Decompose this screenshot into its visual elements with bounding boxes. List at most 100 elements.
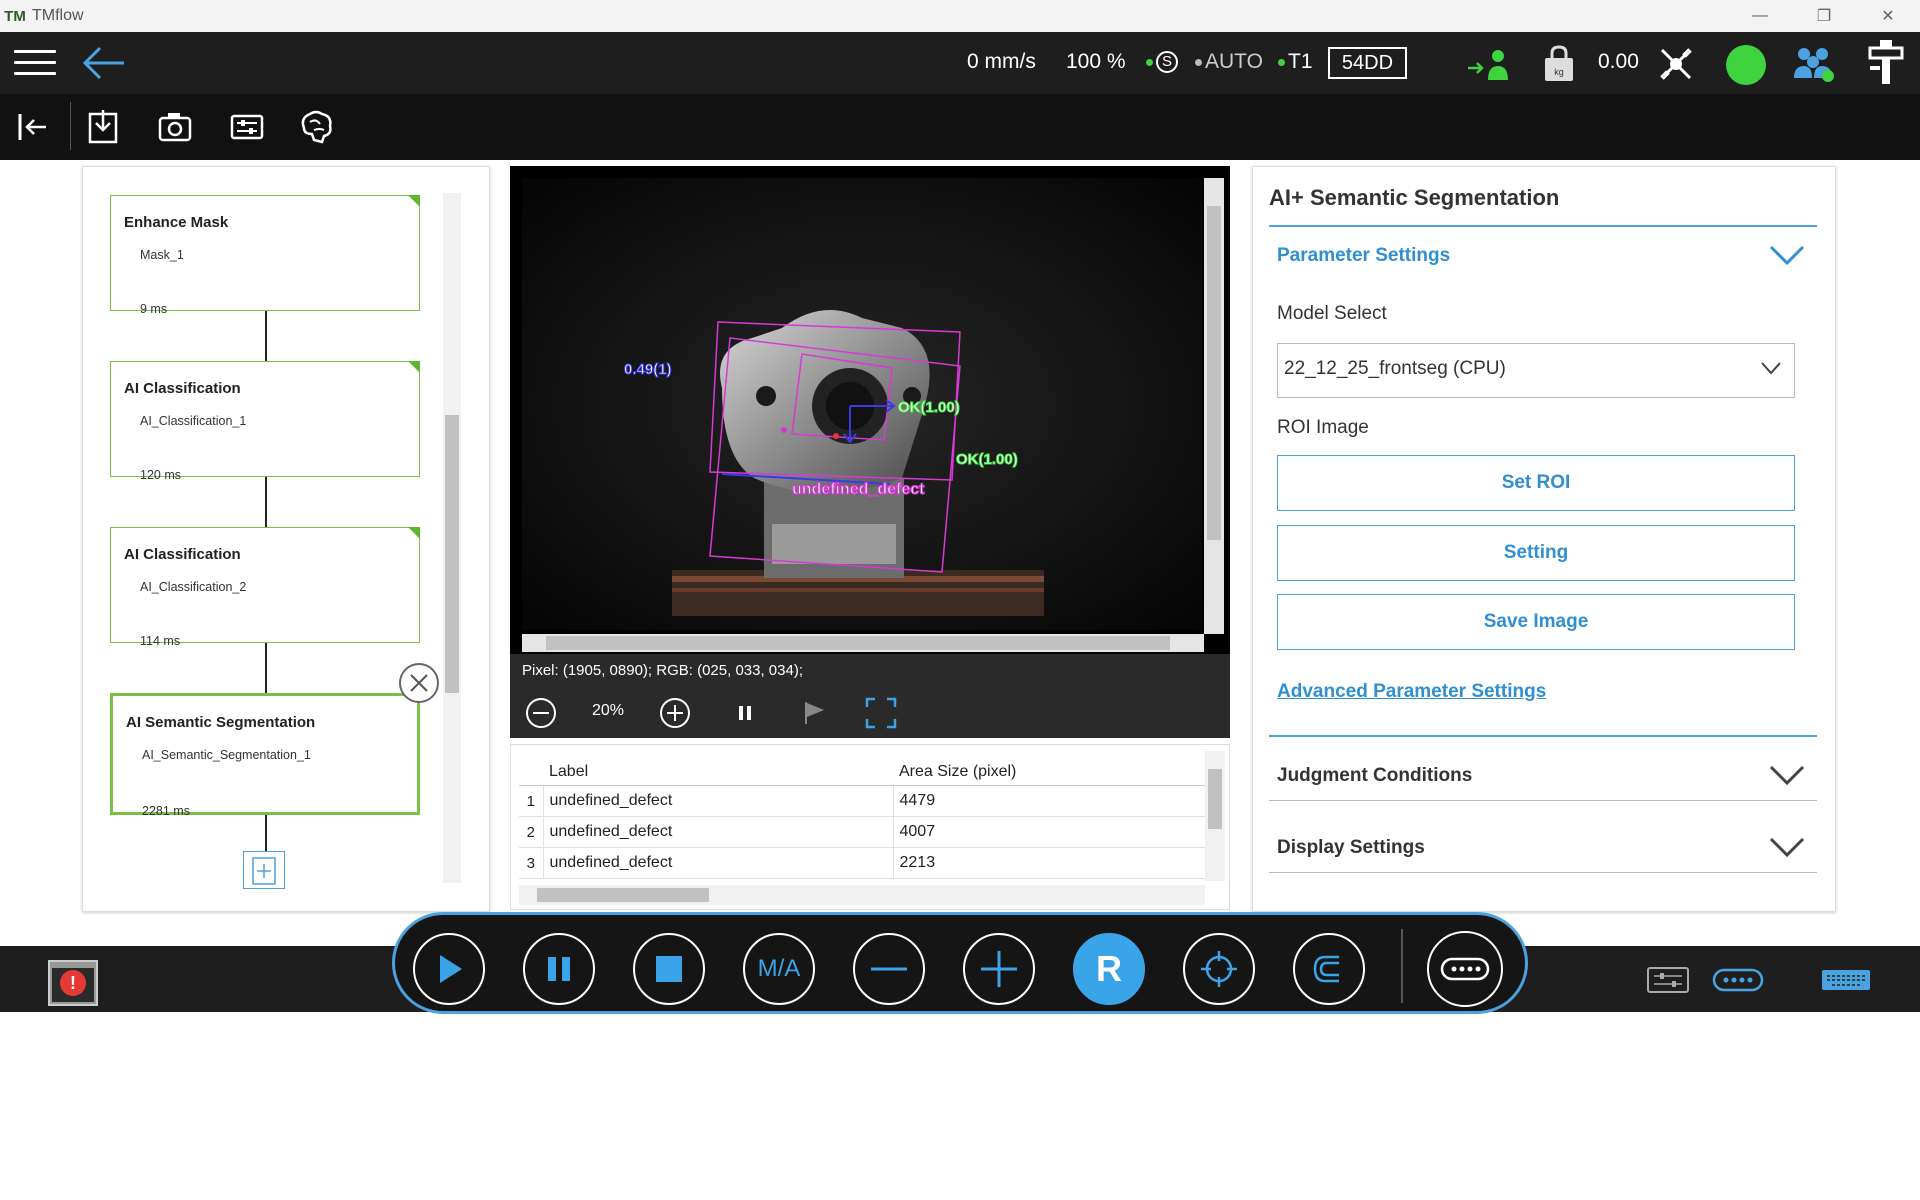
camera-icon[interactable] [156,108,194,146]
table-row[interactable]: 2 undefined_defect 4007 [519,816,1209,848]
play-icon [440,955,462,983]
inspection-image[interactable]: 0.49(1) OK(1.00) OK(1.00) undefined_defe… [522,178,1202,630]
status-green-light [1726,45,1766,85]
table-vertical-scrollbar[interactable] [1205,751,1225,881]
save-image-button[interactable]: Save Image [1277,594,1795,650]
image-viewer: 0.49(1) OK(1.00) OK(1.00) undefined_defe… [510,166,1230,654]
speed-increase-button[interactable] [963,933,1035,1005]
crosshair-icon [1201,951,1237,987]
viewer-horizontal-scrollbar[interactable] [522,634,1204,652]
viewer-vscroll-thumb[interactable] [1207,206,1221,540]
import-file-icon[interactable] [84,108,122,146]
speed-percent[interactable]: 100 % [1066,50,1126,74]
table-horizontal-scrollbar[interactable] [519,885,1205,905]
pause-stream-icon[interactable] [728,696,762,730]
viewer-vertical-scrollbar[interactable] [1204,178,1224,634]
alert-icon: ! [60,970,86,996]
viewer-hscroll-thumb[interactable] [546,636,1170,650]
window-controls: — ❐ ✕ [1728,0,1920,32]
controller-menu-button[interactable] [1427,931,1503,1007]
pause-icon [548,957,570,981]
flow-node-enhance-mask[interactable]: Enhance Mask Mask_1 9 ms [110,195,420,316]
minimize-icon[interactable]: — [1728,0,1792,32]
robot-connection-icon[interactable] [1656,44,1696,84]
flow-node-ai-classification-1[interactable]: AI Classification AI_Classification_1 12… [110,361,420,482]
fit-screen-icon[interactable] [864,696,898,730]
title-divider [1269,225,1817,227]
pause-button[interactable] [523,933,595,1005]
gripper-button[interactable] [1293,933,1365,1005]
row-area: 2213 [892,847,1209,879]
viewer-controls: 20% [510,686,1230,738]
zoom-in-icon[interactable] [658,696,692,730]
keyboard-icon[interactable] [1820,966,1872,994]
robot-control-bar: M/A R [392,912,1528,1014]
back-arrow-icon[interactable] [80,42,128,84]
gripper-icon [1313,955,1339,983]
robot-code-badge: 54DD [1328,47,1407,79]
end-effector-icon[interactable] [1866,38,1906,88]
image-settings-icon[interactable] [228,108,266,146]
node-time: 2281 ms [142,804,190,818]
model-select-dropdown[interactable]: 22_12_25_frontseg (CPU) [1277,343,1795,398]
zoom-level: 20% [592,702,625,719]
controller-icon[interactable] [1712,966,1764,994]
table-row[interactable]: 1 undefined_defect 4479 [519,785,1209,817]
point-button[interactable] [1183,933,1255,1005]
payload-weight-icon: kg [1545,45,1573,81]
result-table: Label Area Size (pixel) 1 undefined_defe… [510,744,1230,910]
node-time: 120 ms [140,468,181,482]
node-subtitle: Mask_1 [140,248,184,262]
section-divider [1269,735,1817,737]
advanced-parameter-settings-link[interactable]: Advanced Parameter Settings [1277,681,1546,703]
row-area: 4479 [892,785,1209,817]
add-node-button[interactable] [243,851,285,889]
judgment-conditions-header[interactable]: Judgment Conditions [1269,751,1817,801]
r-mode-button[interactable]: R [1073,933,1145,1005]
ma-label: M/A [757,955,801,982]
error-alert-button[interactable]: ! [48,960,98,1006]
display-settings-header[interactable]: Display Settings [1269,823,1817,873]
exit-icon[interactable] [16,108,54,146]
ai-brain-icon[interactable] [296,108,338,146]
step-frame-icon[interactable] [798,696,832,730]
table-vscroll-thumb[interactable] [1208,769,1222,829]
model-select-value: 22_12_25_frontseg (CPU) [1284,358,1506,379]
table-row[interactable]: 3 undefined_defect 2213 [519,847,1209,879]
node-title: AI Semantic Segmentation [126,714,316,731]
svg-text:kg: kg [1554,67,1564,77]
manual-auto-button[interactable]: M/A [743,933,815,1005]
row-index: 2 [519,816,543,848]
speed-decrease-button[interactable] [853,933,925,1005]
play-button[interactable] [413,933,485,1005]
row-label: undefined_defect [542,816,893,848]
node-subtitle: AI_Semantic_Segmentation_1 [142,748,311,762]
maximize-icon[interactable]: ❐ [1792,0,1856,32]
io-settings-icon[interactable] [1646,966,1690,994]
users-group-icon[interactable] [1792,44,1836,84]
roi-image-label: ROI Image [1277,417,1369,438]
setting-button[interactable]: Setting [1277,525,1795,581]
flow-connector [265,311,267,361]
stop-button[interactable] [633,933,705,1005]
stage-indicator: T1 [1278,50,1313,74]
chevron-down-icon [1769,765,1805,786]
flow-node-ai-classification-2[interactable]: AI Classification AI_Classification_2 11… [110,527,420,648]
parameter-settings-header[interactable]: Parameter Settings [1269,231,1817,281]
flow-scrollbar[interactable] [443,193,461,883]
top-status-bar: 0 mm/s 100 % S AUTO T1 54DD kg 0.00 [0,32,1920,94]
row-index: 3 [519,847,543,879]
window-title: TMflow [32,7,84,24]
flow-node-ai-semantic-segmentation[interactable]: AI Semantic Segmentation AI_Semantic_Seg… [110,693,420,818]
chevron-down-icon [1769,245,1805,266]
table-hscroll-thumb[interactable] [537,888,709,902]
close-window-icon[interactable]: ✕ [1856,0,1920,32]
hamburger-menu-icon[interactable] [14,42,56,82]
tmflow-logo: TM [4,7,26,25]
flow-scroll-thumb[interactable] [445,415,459,693]
node-subtitle: AI_Classification_1 [140,414,247,428]
delete-node-button[interactable] [399,663,439,703]
set-roi-button[interactable]: Set ROI [1277,455,1795,511]
user-login-icon[interactable] [1466,44,1512,84]
zoom-out-icon[interactable] [524,696,558,730]
